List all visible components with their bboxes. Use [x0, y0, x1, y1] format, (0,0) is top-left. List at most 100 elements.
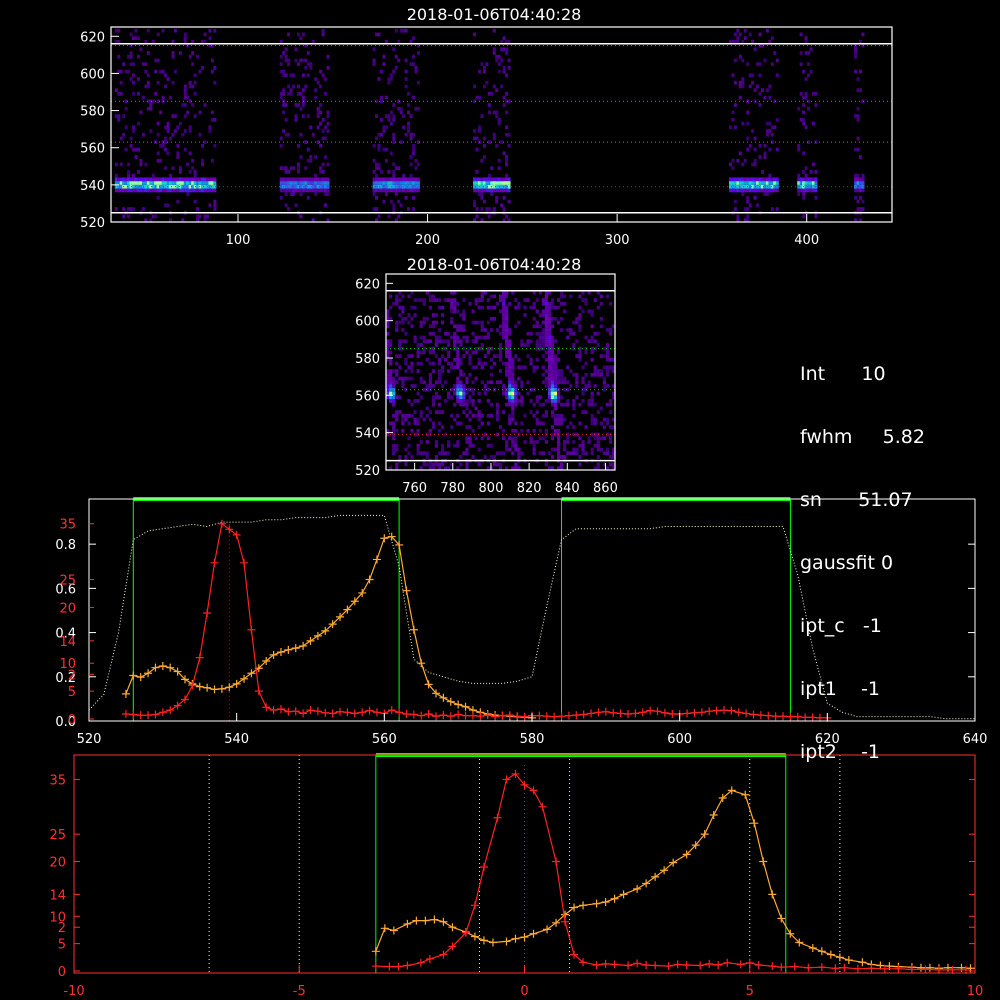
heat-cell	[489, 414, 494, 418]
heat-cell	[581, 443, 585, 448]
heat-cell	[409, 114, 413, 118]
heat-cell	[508, 302, 512, 306]
heat-cell	[471, 443, 475, 448]
heat-cell	[605, 372, 610, 377]
heat-cell	[471, 331, 475, 336]
heat-cell	[416, 428, 420, 433]
heat-cell	[741, 192, 745, 196]
heat-cell	[132, 207, 136, 211]
heat-cell	[397, 58, 401, 63]
heat-cell	[201, 66, 205, 70]
heat-cell	[758, 144, 762, 148]
heat-cell	[413, 339, 417, 344]
heat-cell	[188, 129, 192, 133]
heat-cell	[541, 372, 545, 377]
heat-cell	[440, 384, 445, 388]
heat-cell	[387, 118, 391, 122]
heat-cell	[431, 350, 435, 355]
heat-cell	[483, 354, 487, 358]
heat-cell	[428, 305, 432, 310]
heat-cell	[404, 77, 408, 81]
heat-cell	[556, 395, 561, 400]
heat-cell	[289, 88, 293, 92]
y-tick-label-red: 10	[49, 910, 66, 925]
heat-cell	[572, 440, 576, 444]
heat-cell	[775, 181, 779, 185]
y-tick-label: 560	[355, 389, 380, 404]
heat-cell	[416, 369, 420, 373]
heat-cell	[166, 203, 170, 208]
heat-cell	[395, 361, 399, 366]
heat-cell	[428, 462, 432, 467]
heat-cell	[511, 399, 515, 403]
heat-cell	[407, 110, 411, 115]
heat-cell	[321, 118, 325, 122]
y-tick-label: 620	[355, 277, 380, 292]
heat-cell	[425, 316, 429, 321]
heat-cell	[398, 298, 402, 302]
heat-cell	[560, 462, 564, 467]
heat-cell	[384, 125, 388, 130]
heat-cell	[486, 320, 490, 325]
heat-cell	[505, 155, 509, 159]
heat-cell	[547, 384, 552, 388]
heat-cell	[392, 391, 396, 396]
heat-cell	[117, 54, 121, 59]
heat-cell	[861, 181, 865, 185]
heat-cell	[814, 92, 818, 96]
heat-cell	[593, 365, 597, 370]
heat-cell	[294, 47, 298, 52]
heat-cell	[428, 294, 432, 299]
heat-cell	[508, 365, 512, 370]
heat-cell	[596, 372, 600, 377]
heat-cell	[538, 421, 542, 426]
heat-cell	[587, 402, 591, 407]
heat-cell	[775, 177, 779, 182]
heat-cell	[477, 125, 481, 130]
heat-cell	[556, 447, 561, 452]
heat-cell	[553, 369, 558, 373]
heat-cell	[299, 106, 303, 111]
heat-cell	[538, 395, 542, 400]
info-sn-value: 51.07	[858, 489, 913, 511]
heat-cell	[492, 455, 497, 459]
heat-cell	[497, 158, 501, 163]
heat-cell	[372, 144, 376, 148]
heat-cell	[279, 136, 283, 141]
heat-cell	[508, 376, 512, 381]
heat-cell	[119, 80, 123, 85]
heat-cell	[462, 384, 466, 388]
heat-cell	[188, 54, 192, 59]
heat-cell	[456, 391, 460, 396]
heat-cell	[395, 414, 399, 418]
heat-cell	[326, 177, 330, 182]
heat-cell	[804, 166, 808, 170]
heat-cell	[392, 414, 396, 418]
heat-cell	[392, 447, 396, 452]
heat-cell	[146, 80, 150, 85]
heat-cell	[404, 361, 408, 366]
heat-cell	[404, 462, 408, 467]
y-tick-label-red: 20	[59, 601, 76, 616]
heat-cell	[395, 447, 399, 452]
heat-cell	[575, 451, 579, 456]
heat-cell	[526, 343, 530, 347]
heat-cell	[523, 305, 527, 310]
heat-cell	[127, 214, 131, 219]
heat-cell	[416, 162, 420, 167]
heat-cell	[584, 410, 588, 414]
heat-cell	[201, 158, 205, 163]
heat-cell	[395, 328, 399, 332]
heat-cell	[578, 443, 582, 448]
heat-cell	[178, 170, 182, 174]
heat-cell	[566, 425, 570, 429]
heat-cell	[294, 118, 298, 122]
heat-cell	[416, 417, 420, 422]
heat-cell	[480, 361, 484, 366]
heat-cell	[412, 36, 416, 40]
heat-cell	[733, 207, 737, 211]
heat-cell	[407, 207, 411, 211]
heat-cell	[602, 387, 606, 392]
heat-cell	[547, 358, 552, 362]
heat-cell	[492, 132, 496, 137]
